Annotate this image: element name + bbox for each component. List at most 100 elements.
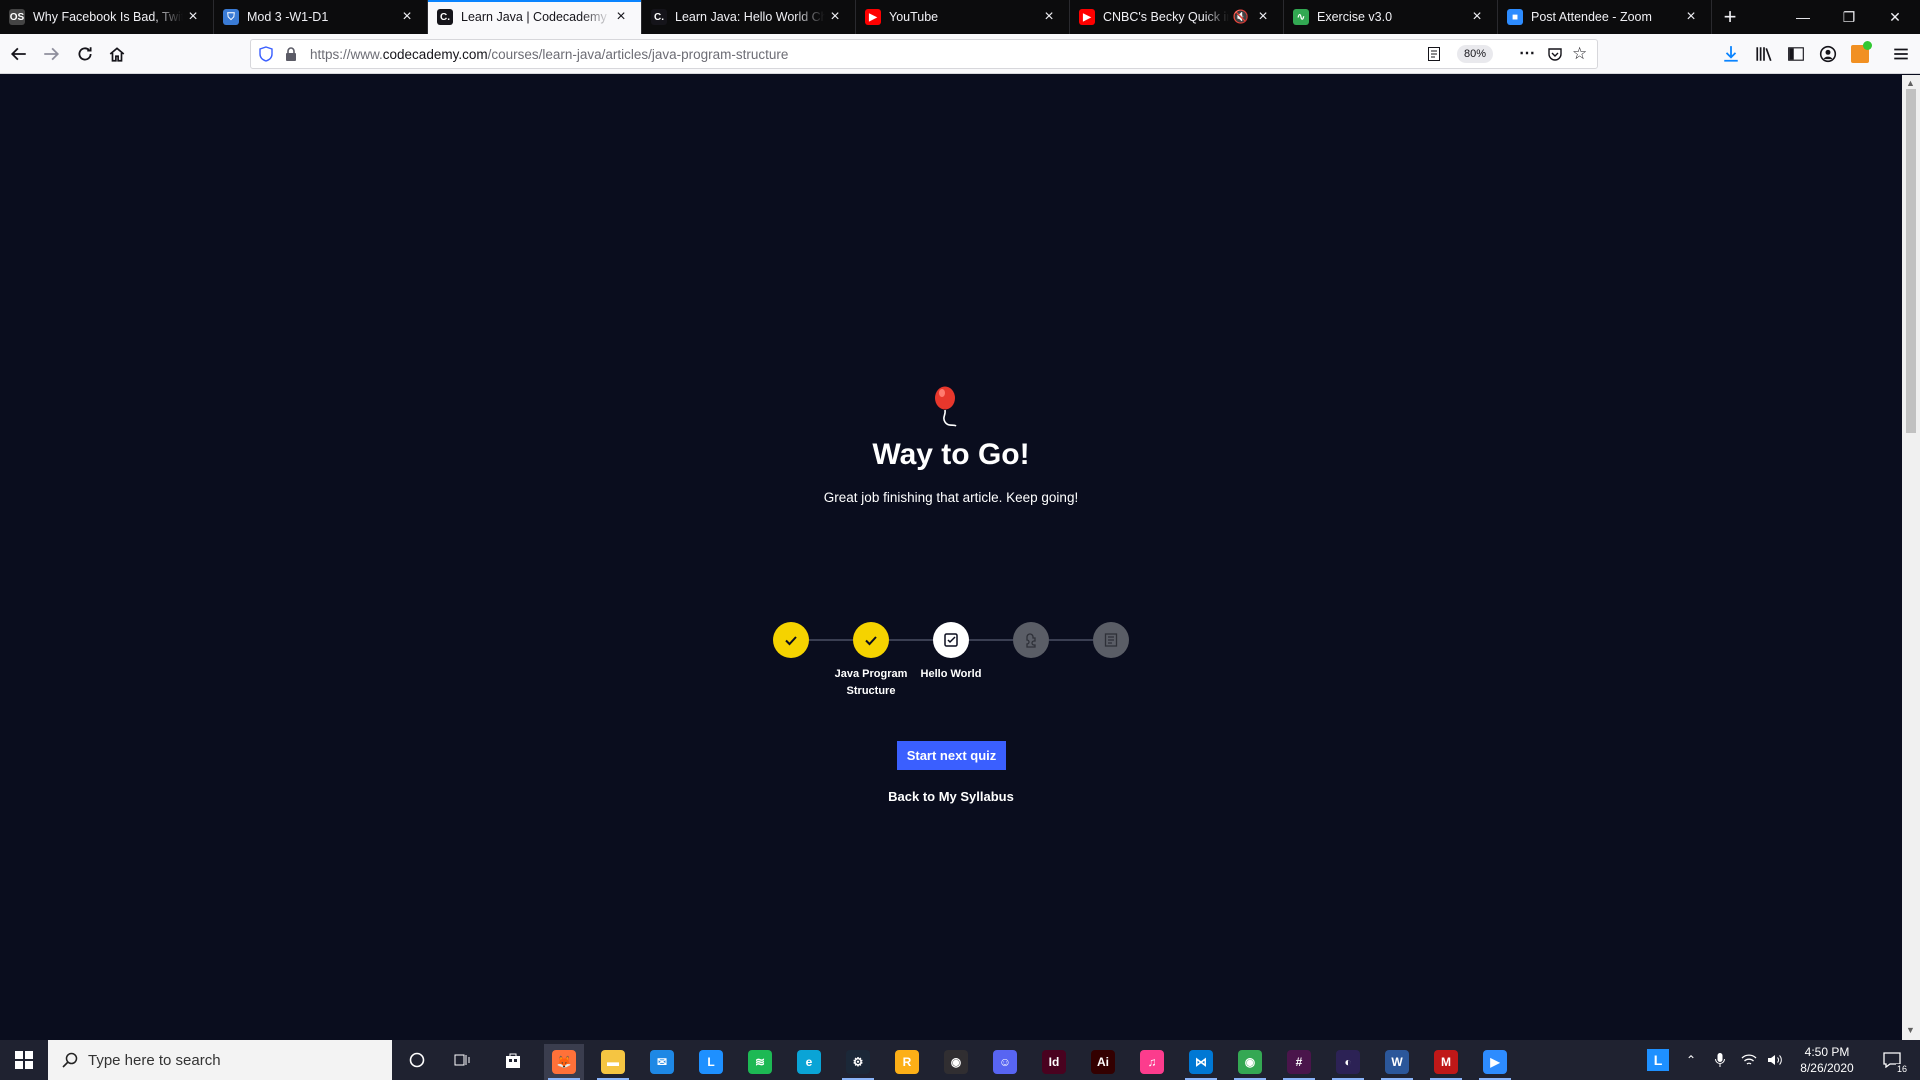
progress-step[interactable] xyxy=(933,622,969,658)
taskbar-search-box[interactable]: Type here to search xyxy=(48,1040,392,1080)
tray-chevron-up-icon[interactable]: ⌃ xyxy=(1679,1040,1703,1080)
firefox-taskbar-button[interactable]: 🦊 xyxy=(544,1044,584,1080)
progress-step[interactable] xyxy=(1093,622,1129,658)
mcafee-taskbar-button[interactable]: M xyxy=(1426,1044,1466,1080)
mail-taskbar-button[interactable]: ✉ xyxy=(642,1044,682,1080)
task-view-button[interactable] xyxy=(443,1040,483,1080)
browser-tab[interactable]: ⛉ Mod 3 -W1-D1 × xyxy=(214,0,428,34)
page-scrollbar[interactable]: ▲ ▼ xyxy=(1902,75,1920,1040)
close-tab-icon[interactable]: × xyxy=(183,7,203,27)
close-window-button[interactable]: ✕ xyxy=(1872,0,1918,34)
progress-step[interactable] xyxy=(853,622,889,658)
article-icon xyxy=(1104,633,1118,647)
tray-l-app-icon[interactable]: L xyxy=(1640,1040,1676,1080)
steam-taskbar-button[interactable]: ⚙ xyxy=(838,1044,878,1080)
page-title: Way to Go! xyxy=(872,438,1030,471)
page-actions-icon[interactable]: ⋯ xyxy=(1519,43,1535,63)
pocket-icon[interactable] xyxy=(1547,46,1563,65)
tracking-shield-icon[interactable] xyxy=(258,46,274,65)
browser-tab[interactable]: OS Why Facebook Is Bad, Twitter × xyxy=(0,0,214,34)
spotify-taskbar-button[interactable]: ≋ xyxy=(740,1044,780,1080)
discord-icon: ☺ xyxy=(993,1050,1017,1074)
indesign-taskbar-button[interactable]: Id xyxy=(1034,1044,1074,1080)
app-l-taskbar-button[interactable]: L xyxy=(691,1044,731,1080)
close-tab-icon[interactable]: × xyxy=(825,7,845,27)
edge-taskbar-button[interactable]: e xyxy=(789,1044,829,1080)
reader-view-icon[interactable] xyxy=(1426,46,1442,65)
file-explorer-taskbar-button[interactable]: ▬ xyxy=(593,1044,633,1080)
scroll-down-icon[interactable]: ▼ xyxy=(1906,1025,1915,1035)
store-button[interactable] xyxy=(493,1040,533,1080)
mail-icon: ✉ xyxy=(650,1050,674,1074)
close-tab-icon[interactable]: × xyxy=(1681,7,1701,27)
notification-center-button[interactable]: 16 xyxy=(1872,1040,1912,1080)
library-icon xyxy=(1756,47,1772,62)
close-tab-icon[interactable]: × xyxy=(1253,7,1273,27)
lock-icon[interactable] xyxy=(284,46,298,65)
slack-taskbar-button[interactable]: # xyxy=(1279,1044,1319,1080)
account-button[interactable] xyxy=(1813,39,1843,69)
chrome-taskbar-button[interactable]: ◉ xyxy=(1230,1044,1270,1080)
close-tab-icon[interactable]: × xyxy=(397,7,417,27)
new-tab-button[interactable]: + xyxy=(1712,0,1748,34)
url-text[interactable]: https://www.codecademy.com/courses/learn… xyxy=(310,47,788,62)
puzzle-icon xyxy=(1026,633,1036,648)
wifi-icon[interactable] xyxy=(1737,1040,1761,1080)
rockstar-taskbar-button[interactable]: R xyxy=(887,1044,927,1080)
minimize-button[interactable]: — xyxy=(1780,0,1826,34)
reload-button[interactable] xyxy=(70,39,100,69)
library-button[interactable] xyxy=(1749,39,1779,69)
itunes-taskbar-button[interactable]: ♫ xyxy=(1132,1044,1172,1080)
browser-tab[interactable]: ▶ YouTube × xyxy=(856,0,1070,34)
extension-icon xyxy=(1851,41,1872,63)
zoom-level[interactable]: 80% xyxy=(1457,45,1494,63)
start-button[interactable] xyxy=(0,1040,48,1080)
eclipse-taskbar-button[interactable]: ◐ xyxy=(1328,1044,1368,1080)
store-icon xyxy=(506,1053,520,1068)
scrollbar-thumb[interactable] xyxy=(1906,89,1916,433)
navigation-bar: https://www.codecademy.com/courses/learn… xyxy=(0,34,1920,74)
stepper-connector xyxy=(1049,639,1093,641)
browser-tab[interactable]: C. Learn Java: Hello World Chea × xyxy=(642,0,856,34)
volume-icon[interactable] xyxy=(1763,1040,1787,1080)
sidebar-button[interactable] xyxy=(1781,39,1811,69)
menu-button[interactable] xyxy=(1886,39,1916,69)
obs-taskbar-button[interactable]: ◉ xyxy=(936,1044,976,1080)
page-subtitle: Great job finishing that article. Keep g… xyxy=(823,490,1079,505)
back-button[interactable] xyxy=(4,39,34,69)
vscode-taskbar-button[interactable]: ⋈ xyxy=(1181,1044,1221,1080)
browser-tab[interactable]: ■ Post Attendee - Zoom × xyxy=(1498,0,1712,34)
progress-step[interactable] xyxy=(1013,622,1049,658)
browser-tab[interactable]: ▶ CNBC's Becky Quick inter 🔇× xyxy=(1070,0,1284,34)
discord-taskbar-button[interactable]: ☺ xyxy=(985,1044,1025,1080)
itunes-icon: ♫ xyxy=(1140,1050,1164,1074)
url-bar[interactable]: https://www.codecademy.com/courses/learn… xyxy=(250,39,1598,69)
back-to-syllabus-link[interactable]: Back to My Syllabus xyxy=(0,789,1902,804)
forward-button[interactable] xyxy=(36,39,66,69)
home-button[interactable] xyxy=(102,39,132,69)
close-tab-icon[interactable]: × xyxy=(1467,7,1487,27)
microphone-icon[interactable] xyxy=(1708,1040,1732,1080)
scroll-up-icon[interactable]: ▲ xyxy=(1906,78,1915,88)
close-tab-icon[interactable]: × xyxy=(1039,7,1059,27)
progress-step[interactable] xyxy=(773,622,809,658)
windows-taskbar: Type here to search 🦊 ▬ ✉ L ≋ e ⚙ R ◉ ☺ Id Ai ♫ ⋈ ◉ # ◐ W… xyxy=(0,1040,1920,1080)
illustrator-taskbar-button[interactable]: Ai xyxy=(1083,1044,1123,1080)
tab-muted-icon[interactable]: 🔇 xyxy=(1233,9,1249,25)
word-taskbar-button[interactable]: W xyxy=(1377,1044,1417,1080)
start-next-quiz-button[interactable]: Start next quiz xyxy=(897,741,1006,770)
extension-button[interactable] xyxy=(1845,39,1875,69)
browser-tab[interactable]: C. Learn Java | Codecademy × xyxy=(428,0,642,34)
downloads-button[interactable] xyxy=(1716,39,1746,69)
tab-title: Learn Java | Codecademy xyxy=(461,10,607,24)
cortana-button[interactable] xyxy=(397,1040,437,1080)
restore-button[interactable]: ❐ xyxy=(1826,0,1872,34)
close-tab-icon[interactable]: × xyxy=(611,7,631,27)
stepper-connector xyxy=(969,639,1013,641)
taskbar-clock[interactable]: 4:50 PM 8/26/2020 xyxy=(1790,1044,1864,1076)
tab-strip: OS Why Facebook Is Bad, Twitter × ⛉ Mod 3 -W… xyxy=(0,0,1920,34)
cortana-icon xyxy=(409,1052,425,1068)
browser-tab[interactable]: ∿ Exercise v3.0 × xyxy=(1284,0,1498,34)
zoom-taskbar-button[interactable]: ▶ xyxy=(1475,1044,1515,1080)
bookmark-star-icon[interactable]: ☆ xyxy=(1572,44,1587,64)
